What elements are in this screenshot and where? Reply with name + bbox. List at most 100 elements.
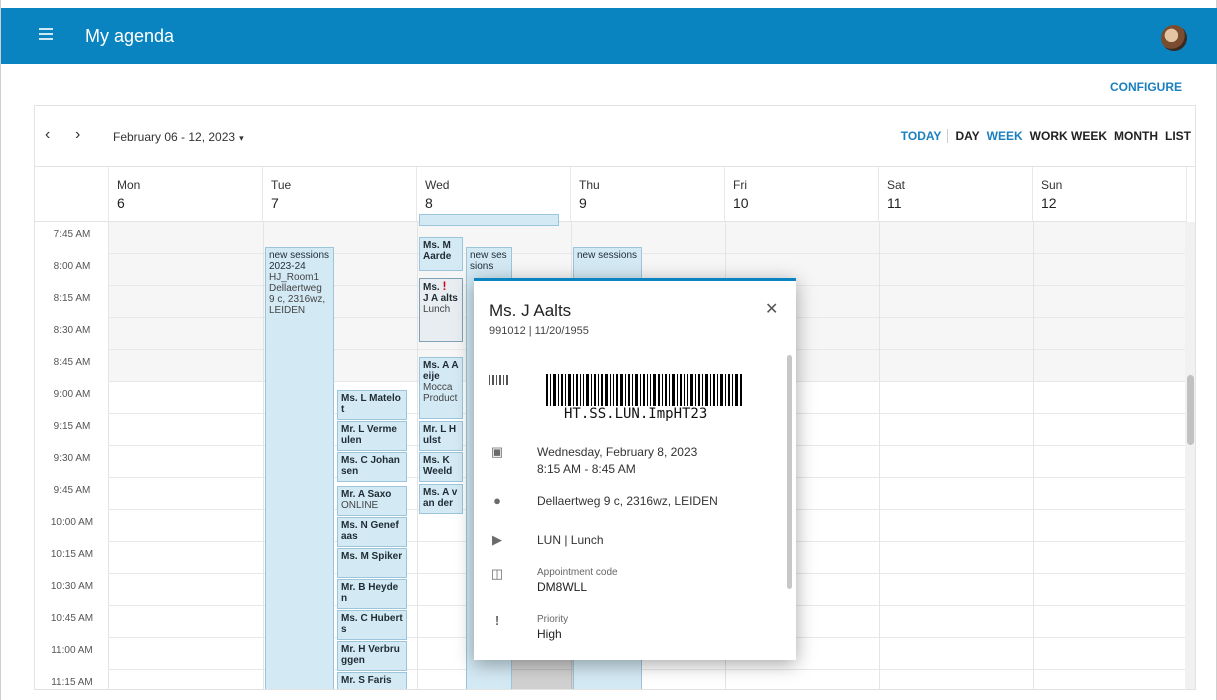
popup-scrollbar[interactable] <box>787 355 792 589</box>
configure-button[interactable]: CONFIGURE <box>1110 80 1182 94</box>
view-work-week[interactable]: WORK WEEK <box>1030 129 1107 143</box>
event-title: Mr. L Vermeulen <box>341 424 397 446</box>
event-appointment[interactable]: Ms. M Spiker <box>337 548 407 578</box>
event-appointment[interactable]: Ms. C Johansen <box>337 452 407 482</box>
day-header-thu[interactable]: Thu 9 <box>571 167 725 222</box>
popup-datetime: Wednesday, February 8, 2023 8:15 AM - 8:… <box>537 444 697 478</box>
event-sub: Mocca Product <box>423 382 458 404</box>
hamburger-icon[interactable] <box>39 28 53 40</box>
event-title: Ms. <box>423 282 440 293</box>
event-title: Mr. L Hulst <box>423 424 457 446</box>
page-title: My agenda <box>85 26 175 46</box>
day-number: 8 <box>425 195 433 211</box>
event-appointment[interactable]: Mr. B Heyden <box>337 579 407 609</box>
popup-id-line: 991012 | 11/20/1955 <box>489 325 589 337</box>
event-title: new sessions 2023-24 <box>269 250 330 272</box>
view-day[interactable]: DAY <box>955 129 979 143</box>
day-number: 7 <box>271 195 279 211</box>
day-number: 6 <box>117 195 125 211</box>
day-header-sun[interactable]: Sun 12 <box>1033 167 1187 222</box>
event-appointment[interactable]: Mr. L Hulst <box>419 421 463 451</box>
close-icon[interactable]: ✕ <box>765 299 778 319</box>
view-switcher: TODAY DAY WEEK WORK WEEK MONTH LIST <box>894 129 1191 143</box>
day-header-tue[interactable]: Tue 7 <box>263 167 417 222</box>
code-icon: ◫ <box>490 566 504 581</box>
view-month[interactable]: MONTH <box>1114 129 1158 143</box>
time-label: 7:45 AM <box>53 229 91 240</box>
event-appointment[interactable]: Ms. N Genefaas <box>337 517 407 547</box>
time-label: 9:30 AM <box>53 453 91 464</box>
event-title: new sessions <box>470 250 507 272</box>
popup-name: Ms. J Aalts <box>489 301 572 320</box>
event-title: Mr. S Faris <box>341 675 392 686</box>
day-number: 10 <box>733 195 749 211</box>
caret-down-icon: ▾ <box>239 133 244 143</box>
popup-code: DM8WLL <box>537 580 588 594</box>
event-appointment[interactable]: Mr. L Vermeulen <box>337 421 407 451</box>
barcode-text: HT.SS.LUN.ImpHT23 <box>564 406 708 422</box>
event-appointment[interactable]: Ms. A van der <box>419 484 463 514</box>
day-name: Tue <box>271 178 292 192</box>
time-label: 11:00 AM <box>51 645 93 656</box>
event-title-cont: J A alts <box>423 293 458 304</box>
date-range-picker[interactable]: February 06 - 12, 2023 ▾ <box>113 130 244 144</box>
time-label: 8:30 AM <box>53 325 91 336</box>
appointment-type-icon: ▶ <box>492 532 502 547</box>
event-appointment-selected[interactable]: Ms. ! J A alts Lunch <box>419 278 463 342</box>
event-new-sessions[interactable]: new sessions 2023-24 HJ_Room1 Dellaertwe… <box>265 247 334 689</box>
time-label: 8:15 AM <box>53 293 91 304</box>
event-appointment[interactable]: Ms. L Matelot <box>337 390 407 420</box>
day-header-sat[interactable]: Sat 11 <box>879 167 1033 222</box>
time-label: 10:15 AM <box>50 549 94 560</box>
event-appointment[interactable]: Ms. K Weeld <box>419 452 463 482</box>
view-list[interactable]: LIST <box>1165 129 1191 143</box>
event-title: Ms. M Aarde <box>423 240 452 262</box>
event-title: Ms. A Aeije <box>423 360 459 382</box>
day-header-mon[interactable]: Mon 6 <box>109 167 263 222</box>
day-name: Sat <box>887 178 906 192</box>
date-range-label: February 06 - 12, 2023 <box>113 130 236 144</box>
event-appointment[interactable]: Ms. M Aarde <box>419 237 463 271</box>
popup-code-block: Appointment code DM8WLL <box>537 566 618 596</box>
event-appointment[interactable] <box>419 214 559 226</box>
event-appointment[interactable]: Mr. H Verbruggen <box>337 641 407 671</box>
event-title: Mr. A Saxo <box>341 489 392 500</box>
event-title: Ms. L Matelot <box>341 393 401 415</box>
event-title: Ms. M Spiker <box>341 551 403 562</box>
scrollbar-thumb[interactable] <box>1187 375 1194 445</box>
appointment-popup: Ms. J Aalts 991012 | 11/20/1955 ✕ HT.SS.… <box>474 278 796 660</box>
time-label: 10:30 AM <box>50 581 94 592</box>
barcode-small-icon <box>489 375 508 385</box>
time-label: 10:00 AM <box>50 517 94 528</box>
view-week[interactable]: WEEK <box>987 129 1023 143</box>
day-name: Fri <box>733 178 747 192</box>
chevron-right-icon[interactable]: › <box>75 126 80 144</box>
event-appointment[interactable]: Mr. A Saxo ONLINE <box>337 486 407 516</box>
time-label: 9:45 AM <box>53 485 91 496</box>
popup-shadow <box>512 660 573 689</box>
calendar-icon: ▣ <box>490 444 504 459</box>
chevron-left-icon[interactable]: ‹ <box>45 126 50 144</box>
priority-icon: ! <box>442 279 447 293</box>
event-appointment[interactable]: Ms. C Huberts <box>337 610 407 640</box>
avatar[interactable] <box>1161 25 1187 51</box>
event-title: Ms. C Huberts <box>341 613 403 635</box>
day-number: 9 <box>579 195 587 211</box>
time-label: 11:15 AM <box>51 677 93 688</box>
event-appointment[interactable]: Ms. A Aeije Mocca Product <box>419 357 463 419</box>
popup-priority: High <box>537 627 562 641</box>
day-number: 11 <box>887 195 902 211</box>
event-title: Ms. C Johansen <box>341 455 400 477</box>
time-label: 8:00 AM <box>53 261 91 272</box>
event-title: Ms. K Weeld <box>423 455 453 477</box>
today-button[interactable]: TODAY <box>901 129 949 143</box>
event-address: Dellaertweg 9 c, 2316wz, LEIDEN <box>269 283 326 316</box>
app-window: My agenda CONFIGURE ‹ › February 06 - 12… <box>0 0 1217 700</box>
popup-priority-block: Priority High <box>537 613 568 643</box>
location-pin-icon: ● <box>493 493 501 508</box>
day-header-fri[interactable]: Fri 10 <box>725 167 879 222</box>
day-divider <box>263 222 264 689</box>
event-title: Ms. A van der <box>423 487 458 509</box>
event-appointment[interactable]: Mr. S Faris <box>337 672 407 689</box>
calendar-scrollbar[interactable] <box>1185 222 1195 689</box>
